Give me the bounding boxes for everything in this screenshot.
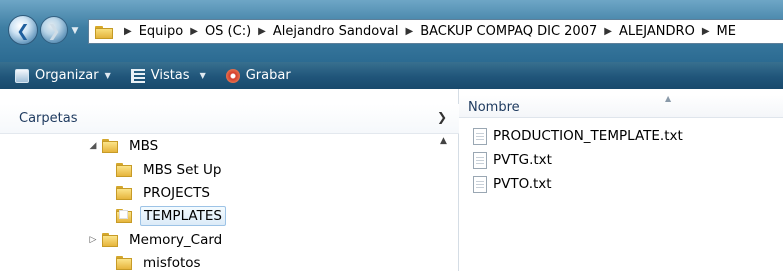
column-label: Nombre [468, 100, 520, 115]
file-name: PVTO.txt [493, 176, 552, 192]
back-button[interactable]: ❮ [8, 15, 38, 45]
expanded-triangle-icon[interactable]: ◢ [88, 141, 98, 151]
name-column-header[interactable]: ▲ Nombre [459, 94, 783, 118]
views-icon [130, 68, 145, 83]
text-file-icon [473, 127, 487, 145]
tree-item-selected[interactable]: TEMPLATES [102, 205, 226, 227]
sort-ascending-icon: ▲ [665, 94, 672, 103]
folder-icon [116, 209, 132, 223]
file-name: PRODUCTION_TEMPLATE.txt [493, 128, 683, 144]
folders-pane-header[interactable]: Carpetas ❯ [0, 104, 459, 134]
folder-icon [102, 233, 118, 247]
tree-item-label: MBS [129, 138, 159, 154]
navigation-pane: Carpetas ❯ ▲ ◢ MBS MBS Set Up PROJECTS T… [0, 89, 459, 271]
command-toolbar: Organizar ▼ Vistas ▼ Grabar [0, 62, 783, 89]
burn-disc-icon [225, 68, 240, 83]
tree-item-label: PROJECTS [143, 185, 210, 201]
folder-icon [116, 256, 132, 270]
file-item[interactable]: PVTO.txt [473, 173, 552, 195]
file-name: PVTG.txt [493, 152, 552, 168]
forward-button[interactable]: ❯ [40, 16, 68, 44]
tree-item-label: Memory_Card [129, 232, 223, 248]
scroll-up-icon[interactable]: ▲ [440, 136, 447, 146]
folder-icon [102, 139, 118, 153]
folder-icon [116, 186, 132, 200]
breadcrumb-item[interactable]: Alejandro Sandoval [273, 24, 399, 39]
organize-label: Organizar [35, 68, 99, 83]
file-item[interactable]: PRODUCTION_TEMPLATE.txt [473, 125, 683, 147]
chevron-down-icon[interactable]: ❯ [437, 110, 447, 124]
burn-label: Grabar [245, 68, 291, 83]
tree-item[interactable]: ▷ Memory_Card [88, 229, 225, 251]
text-file-icon [473, 175, 487, 193]
tree-item-label: TEMPLATES [140, 206, 226, 226]
breadcrumb-separator-icon[interactable]: ▶ [604, 26, 612, 37]
address-bar[interactable]: ▶ Equipo ▶ OS (C:) ▶ Alejandro Sandoval … [88, 19, 783, 44]
breadcrumb-separator-icon[interactable]: ▶ [124, 26, 132, 37]
forward-arrow-icon: ❯ [47, 20, 61, 40]
breadcrumb-item[interactable]: Equipo [139, 24, 184, 39]
chevron-down-icon: ▼ [199, 71, 206, 80]
tree-item-label: misfotos [143, 255, 201, 271]
recent-pages-dropdown[interactable]: ▼ [70, 26, 80, 36]
folder-icon [95, 25, 113, 39]
collapsed-triangle-icon[interactable]: ▷ [88, 235, 98, 245]
breadcrumb-item[interactable]: ME [717, 24, 736, 39]
chevron-down-icon: ▼ [104, 71, 111, 80]
tree-item[interactable]: ◢ MBS [88, 135, 161, 157]
organize-button[interactable]: Organizar ▼ [15, 62, 111, 89]
vertical-scrollbar[interactable]: ▲ [435, 136, 454, 271]
tree-item[interactable]: PROJECTS [102, 182, 213, 204]
address-bar-region: ❮ ❯ ▼ ▶ Equipo ▶ OS (C:) ▶ Alejandro San… [0, 0, 783, 62]
pane-title: Carpetas [19, 111, 78, 126]
breadcrumb-item[interactable]: BACKUP COMPAQ DIC 2007 [420, 24, 597, 39]
file-list-pane: ▲ Nombre PRODUCTION_TEMPLATE.txt PVTG.tx… [459, 89, 783, 271]
tree-item-label: MBS Set Up [143, 162, 222, 178]
back-arrow-icon: ❮ [16, 20, 30, 40]
views-button[interactable]: Vistas ▼ [130, 62, 206, 89]
views-label: Vistas [150, 68, 190, 83]
breadcrumb-separator-icon[interactable]: ▶ [258, 26, 266, 37]
text-file-icon [473, 151, 487, 169]
breadcrumb-separator-icon[interactable]: ▶ [702, 26, 710, 37]
breadcrumb-item[interactable]: ALEJANDRO [619, 24, 695, 39]
folder-icon [116, 163, 132, 177]
breadcrumb-item[interactable]: OS (C:) [205, 24, 251, 39]
tree-item[interactable]: MBS Set Up [102, 159, 224, 181]
breadcrumb-separator-icon[interactable]: ▶ [406, 26, 414, 37]
breadcrumb-separator-icon[interactable]: ▶ [190, 26, 198, 37]
burn-button[interactable]: Grabar [225, 62, 291, 89]
organize-icon [15, 68, 29, 83]
file-item[interactable]: PVTG.txt [473, 149, 552, 171]
